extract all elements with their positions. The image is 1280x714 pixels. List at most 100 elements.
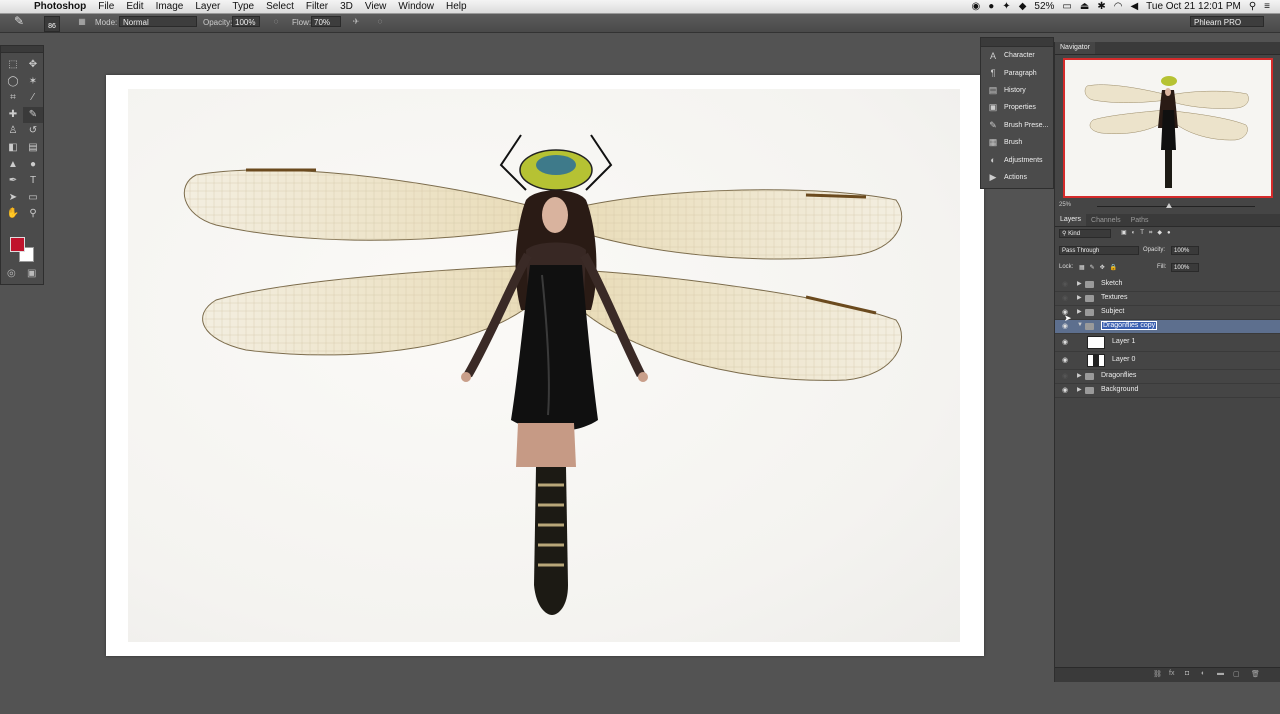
brush-size-picker[interactable]: 86	[44, 16, 60, 32]
pressure-opacity-icon[interactable]: ◌	[270, 16, 282, 28]
eject-icon[interactable]: ⏏	[1080, 1, 1089, 12]
layer-row-layer-0[interactable]: ◉ Layer 0	[1055, 352, 1280, 370]
eraser-tool-icon[interactable]: ◧	[3, 140, 23, 157]
dodge-tool-icon[interactable]: ●	[23, 157, 43, 174]
evernote-icon[interactable]: ●	[988, 1, 994, 12]
fill-field[interactable]: 100%	[1171, 263, 1199, 272]
notification-center-icon[interactable]: ≡	[1264, 1, 1270, 12]
opacity-field[interactable]: 100%	[232, 16, 260, 27]
shape-tool-icon[interactable]: ▭	[23, 190, 43, 207]
menu-edit[interactable]: Edit	[126, 1, 143, 12]
path-selection-tool-icon[interactable]: ➤	[3, 190, 23, 207]
healing-brush-tool-icon[interactable]: ✚	[3, 107, 23, 124]
lock-options-icons[interactable]: ▦✎✥🔒	[1079, 264, 1122, 274]
layer-name-edit-field[interactable]: Dragonflies copy	[1101, 321, 1158, 330]
adobe-icon[interactable]: ◆	[1019, 1, 1027, 12]
visibility-eye-icon[interactable]: ◉	[1061, 294, 1069, 302]
blur-tool-icon[interactable]: ▲	[3, 157, 23, 174]
layer-row-dragonflies[interactable]: ◉ ▶ Dragonflies	[1055, 370, 1280, 384]
eyedropper-tool-icon[interactable]: ⁄	[23, 90, 43, 107]
zoom-slider-handle[interactable]	[1166, 203, 1172, 208]
tab-channels[interactable]: Channels	[1086, 217, 1126, 224]
dock-actions[interactable]: ▶ Actions	[981, 169, 1053, 186]
disclosure-triangle-icon[interactable]: ▶	[1077, 294, 1082, 301]
marquee-tool-icon[interactable]: ⬚	[3, 57, 23, 74]
menu-view[interactable]: View	[365, 1, 387, 12]
dock-character[interactable]: A Character	[981, 47, 1053, 64]
tab-paths[interactable]: Paths	[1126, 217, 1154, 224]
lasso-tool-icon[interactable]: ◯	[3, 74, 23, 91]
pressure-size-icon[interactable]: ◌	[374, 16, 386, 28]
menu-image[interactable]: Image	[156, 1, 184, 12]
tab-layers[interactable]: Layers	[1055, 214, 1087, 226]
visibility-eye-icon[interactable]: ◉	[1061, 386, 1069, 394]
visibility-eye-icon[interactable]: ◉	[1061, 372, 1069, 380]
dock-properties[interactable]: ▣ Properties	[981, 99, 1053, 116]
menu-type[interactable]: Type	[232, 1, 254, 12]
menu-select[interactable]: Select	[266, 1, 294, 12]
volume-icon[interactable]: ◀	[1130, 1, 1138, 12]
disclosure-triangle-icon[interactable]: ▶	[1077, 308, 1082, 315]
visibility-eye-icon[interactable]: ◉	[1061, 338, 1069, 346]
dock-history[interactable]: ▤ History	[981, 82, 1053, 99]
navigator-thumbnail[interactable]	[1063, 58, 1273, 198]
dock-paragraph[interactable]: ¶ Paragraph	[981, 64, 1053, 81]
layer-row-dragonflies-copy[interactable]: ◉ ▼ Dragonflies copy	[1055, 320, 1280, 334]
airplay-icon[interactable]: ▭	[1062, 1, 1071, 12]
spotlight-icon[interactable]: ⚲	[1249, 1, 1256, 12]
battery-percent[interactable]: 52%	[1034, 1, 1054, 12]
brush-panel-toggle-icon[interactable]: ▦	[76, 16, 88, 28]
brush-tool-icon[interactable]: ✎	[23, 106, 43, 124]
clone-stamp-tool-icon[interactable]: ♙	[3, 123, 23, 140]
disclosure-triangle-icon[interactable]: ▶	[1077, 372, 1082, 379]
new-group-icon[interactable]: ▬	[1217, 670, 1224, 677]
tools-panel-grip[interactable]	[1, 46, 43, 53]
brush-tool-preset-icon[interactable]: ✎	[14, 14, 24, 28]
magic-wand-tool-icon[interactable]: ✶	[23, 74, 43, 91]
blend-mode-select[interactable]: Pass Through	[1059, 246, 1139, 255]
dock-adjustments[interactable]: ◐ Adjustments	[981, 151, 1053, 168]
bluetooth-icon[interactable]: ✱	[1097, 1, 1105, 12]
layer-filter-icons[interactable]: ▣◐T⌗◆●	[1121, 229, 1176, 239]
pen-tool-icon[interactable]: ✒	[3, 173, 23, 190]
dock-brush-presets[interactable]: ✎ Brush Prese...	[981, 117, 1053, 134]
zoom-percent-field[interactable]: 25%	[1059, 202, 1071, 208]
disclosure-triangle-icon[interactable]: ▶	[1077, 280, 1082, 287]
menu-help[interactable]: Help	[446, 1, 467, 12]
zoom-slider-track[interactable]	[1097, 206, 1255, 207]
menu-3d[interactable]: 3D	[340, 1, 353, 12]
dropbox-icon[interactable]: ✦	[1002, 1, 1010, 12]
link-layers-icon[interactable]: ⛓	[1153, 670, 1162, 678]
menu-layer[interactable]: Layer	[195, 1, 220, 12]
layer-style-icon[interactable]: fx	[1169, 670, 1174, 677]
layer-filter-select[interactable]: ⚲ Kind	[1059, 229, 1111, 238]
menu-file[interactable]: File	[98, 1, 114, 12]
dock-grip[interactable]	[981, 38, 1053, 47]
screen-mode-icon[interactable]: ▣	[27, 268, 36, 279]
zoom-tool-icon[interactable]: ⚲	[23, 206, 43, 223]
layer-opacity-field[interactable]: 100%	[1171, 246, 1199, 255]
layer-row-background[interactable]: ◉ ▶ Background	[1055, 384, 1280, 398]
history-brush-tool-icon[interactable]: ↺	[23, 123, 43, 140]
delete-layer-icon[interactable]: 🗑	[1251, 670, 1260, 678]
tab-navigator[interactable]: Navigator	[1055, 42, 1095, 54]
move-tool-icon[interactable]: ✥	[23, 57, 43, 74]
clock[interactable]: Tue Oct 21 12:01 PM	[1146, 1, 1241, 12]
layer-row-subject[interactable]: ◉ ▶ Subject	[1055, 306, 1280, 320]
mode-select[interactable]: Normal	[119, 16, 197, 27]
quick-mask-icon[interactable]: ◎	[7, 268, 16, 279]
wifi-icon[interactable]: ◠	[1114, 1, 1123, 12]
flow-field[interactable]: 70%	[311, 16, 341, 27]
sync-icon[interactable]: ◉	[972, 1, 981, 12]
visibility-eye-icon[interactable]: ◉	[1061, 356, 1069, 364]
type-tool-icon[interactable]: T	[23, 173, 43, 190]
workspace-select[interactable]: Phlearn PRO	[1190, 16, 1264, 27]
visibility-eye-icon[interactable]: ◉	[1061, 280, 1069, 288]
menu-filter[interactable]: Filter	[306, 1, 328, 12]
menu-window[interactable]: Window	[398, 1, 434, 12]
add-mask-icon[interactable]: ◘	[1185, 670, 1189, 677]
foreground-color-swatch[interactable]	[10, 237, 25, 252]
layer-row-textures[interactable]: ◉ ▶ Textures	[1055, 292, 1280, 306]
layer-row-layer-1[interactable]: ◉ Layer 1	[1055, 334, 1280, 352]
hand-tool-icon[interactable]: ✋	[3, 206, 23, 223]
